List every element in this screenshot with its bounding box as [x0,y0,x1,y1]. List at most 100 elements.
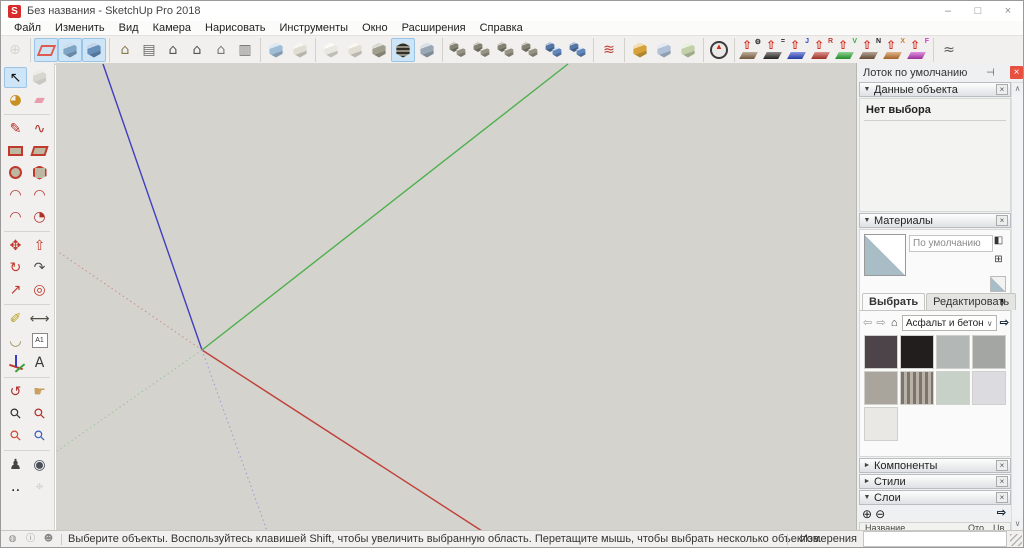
view-right-button[interactable]: ⌂ [185,38,209,62]
minimize-button[interactable]: – [933,1,963,21]
collection-dropdown[interactable]: Асфальт и бетон ∨ [902,315,997,331]
section-components[interactable]: ► Компоненты × [859,458,1011,473]
layer-up-x-button[interactable]: ⇧X [882,38,906,62]
solid-union-button[interactable] [494,38,518,62]
make-component-button[interactable] [28,67,51,88]
resize-grip[interactable] [1010,534,1022,546]
style-shaded-textures-button[interactable] [391,38,415,62]
geolocation-button[interactable]: ◍ [6,533,19,546]
arc-tool-button[interactable]: ◠ [28,184,51,205]
view-front-button[interactable]: ⌂ [161,38,185,62]
collapse-arrow-icon[interactable]: ▼ [860,494,874,501]
create-material-icon[interactable]: ⊞ [991,252,1006,267]
simplify-curves-button[interactable]: ≈ [937,38,961,62]
text-tool-button[interactable]: A1 [28,330,51,351]
plugin-cube-yellow-button[interactable] [628,38,652,62]
plugin-cube-green-button[interactable] [676,38,700,62]
eraser-button[interactable]: ▰ [28,89,51,110]
material-swatch-concrete-light[interactable] [936,335,970,369]
eyedropper-icon[interactable]: ✒ [995,298,1008,307]
solid-split-button[interactable] [566,38,590,62]
zoom-window-tool-button[interactable]: ⚲ [28,403,51,424]
section-close-icon[interactable]: × [996,492,1008,503]
add-layer-icon[interactable]: ⊕ [862,507,872,521]
layers-details-icon[interactable]: ⇨ [994,506,1009,521]
secondary-pane-icon[interactable]: ◧ [991,233,1006,248]
section-entity-info[interactable]: ▼ Данные объекта × [859,82,1011,97]
tape-measure-tool-button[interactable]: ✐ [4,308,27,329]
material-swatch-concrete-form-board[interactable] [900,371,934,405]
collapse-arrow-icon[interactable]: ▼ [860,217,874,224]
section-materials[interactable]: ▼ Материалы × [859,213,1011,228]
section-close-icon[interactable]: × [996,460,1008,471]
plugin-cube-blue-button[interactable] [652,38,676,62]
pie-tool-button[interactable]: ◔ [28,206,51,227]
line-tool-button[interactable]: ✎ [4,118,27,139]
walk-tool-button[interactable]: ‥ [4,476,27,497]
menu-item[interactable]: Изменить [48,22,112,34]
claim-credit-button[interactable]: ☻ [42,533,55,546]
section-plane-button[interactable] [34,38,58,62]
offset-tool-button[interactable]: ◎ [28,279,51,300]
pan-tool-button[interactable]: ☛ [28,381,51,402]
push-pull-tool-button[interactable]: ⇧ [28,235,51,256]
dimension-tool-button[interactable]: ⟷ [28,308,51,329]
tray-close-icon[interactable]: × [1010,66,1023,79]
material-name-input[interactable] [909,235,993,252]
style-hidden-line-button[interactable] [343,38,367,62]
view-left-button[interactable]: ▥ [233,38,257,62]
section-target-tool-button[interactable]: ⌖ [28,476,51,497]
select-tool-button[interactable]: ↖ [4,67,27,88]
layer-up-f-button[interactable]: ⇧F [906,38,930,62]
menu-item[interactable]: Расширения [395,22,473,34]
move-tool-button[interactable]: ✥ [4,235,27,256]
solid-intersect-button[interactable] [470,38,494,62]
menu-item[interactable]: Нарисовать [198,22,272,34]
compass-crosshair-button[interactable]: ⊕ [3,38,27,62]
default-material-swatch[interactable] [990,276,1006,292]
menu-item[interactable]: Инструменты [272,22,355,34]
paint-bucket-button[interactable]: ◕ [4,89,27,110]
section-close-icon[interactable]: × [996,84,1008,95]
style-back-edges-button[interactable] [288,38,312,62]
tab-select[interactable]: Выбрать [862,293,925,310]
material-swatch-asphalt-dark[interactable] [864,335,898,369]
back-icon[interactable]: ⇦ [862,316,873,331]
menu-item[interactable]: Окно [355,22,395,34]
section-close-icon[interactable]: × [996,476,1008,487]
scroll-down-icon[interactable]: ∨ [1012,518,1023,530]
scroll-up-icon[interactable]: ∧ [1012,83,1023,95]
display-section-cuts-button[interactable] [82,38,106,62]
view-top-button[interactable]: ▤ [137,38,161,62]
autohide-pin-icon[interactable]: ⊥ [986,66,998,78]
material-swatch-concrete-panels[interactable] [936,371,970,405]
zoom-tool-button[interactable]: ⚲ [4,403,27,424]
solar-north-button[interactable] [707,38,731,62]
rectangle-tool-button[interactable] [4,140,27,161]
remove-layer-icon[interactable]: ⊖ [875,507,885,521]
rotate-tool-button[interactable]: ↻ [4,257,27,278]
maximize-button[interactable]: □ [963,1,993,21]
forward-icon[interactable]: ⇨ [875,316,886,331]
layer-up-settings-button[interactable]: ⇧⚙ [738,38,762,62]
view-back-button[interactable]: ⌂ [209,38,233,62]
menu-item[interactable]: Справка [473,22,530,34]
layer-up-equal-button[interactable]: ⇧= [762,38,786,62]
material-swatch-asphalt-new[interactable] [900,335,934,369]
model-viewport[interactable] [56,63,856,533]
previous-view-tool-button[interactable]: ⚲ [28,425,51,446]
follow-me-tool-button[interactable]: ↷ [28,257,51,278]
material-swatch-concrete-aggregate[interactable] [972,335,1006,369]
freehand-tool-button[interactable]: ∿ [28,118,51,139]
solid-outer-shell-button[interactable] [446,38,470,62]
details-icon[interactable]: ⇨ [999,316,1010,331]
material-swatch-concrete-stucco[interactable] [864,407,898,441]
section-close-icon[interactable]: × [996,215,1008,226]
expand-arrow-icon[interactable]: ► [860,462,874,469]
style-wireframe-button[interactable] [319,38,343,62]
display-section-planes-button[interactable] [58,38,82,62]
collapse-arrow-icon[interactable]: ▼ [860,86,874,93]
measurements-input[interactable] [863,531,1007,547]
position-camera-tool-button[interactable]: ♟ [4,454,27,475]
section-styles[interactable]: ► Стили × [859,474,1011,489]
